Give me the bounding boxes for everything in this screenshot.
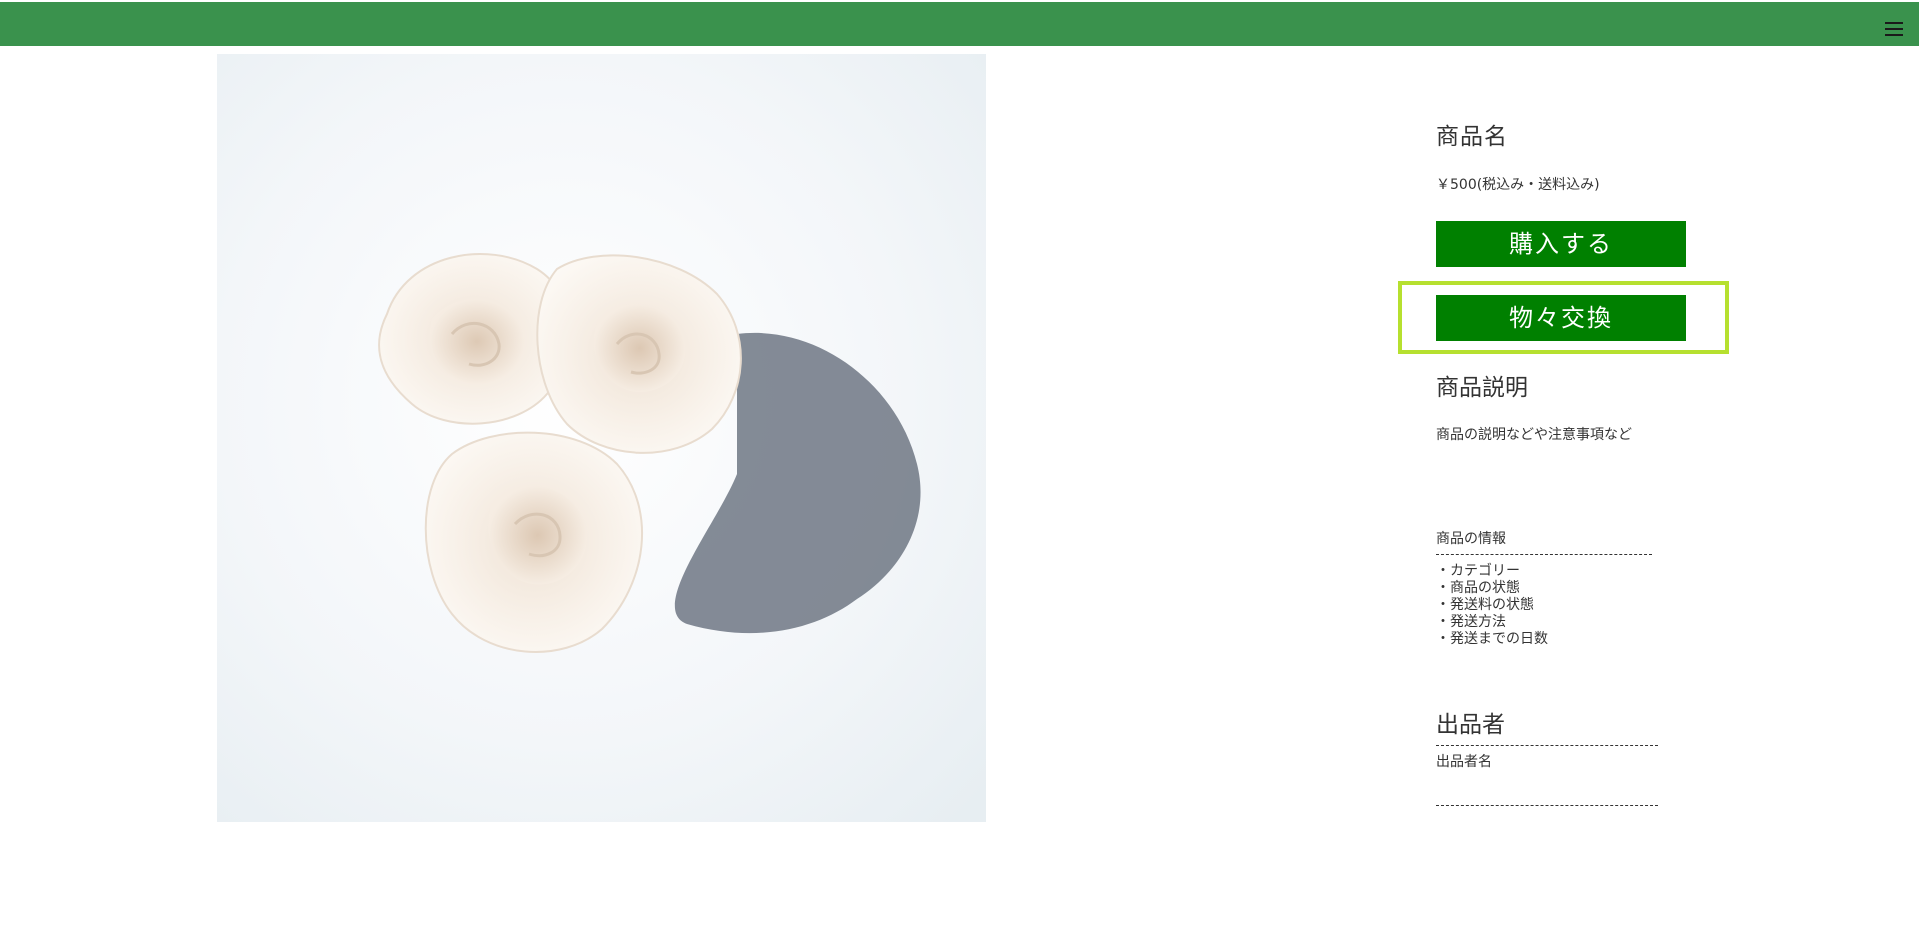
product-name: 商品名	[1436, 124, 1508, 150]
info-item-shipping-method: ・発送方法	[1436, 614, 1506, 630]
buy-button[interactable]: 購入する	[1436, 221, 1686, 267]
seller-divider	[1436, 805, 1658, 806]
description-text: 商品の説明などや注意事項など	[1436, 427, 1632, 443]
product-info-list: ・カテゴリー ・商品の状態 ・発送料の状態 ・発送方法 ・発送までの日数	[1436, 563, 1548, 648]
info-item-category: ・カテゴリー	[1436, 563, 1520, 579]
trade-button[interactable]: 物々交換	[1436, 295, 1686, 341]
info-item-condition: ・商品の状態	[1436, 580, 1520, 596]
description-title: 商品説明	[1436, 375, 1528, 401]
top-header-bar	[0, 2, 1919, 46]
product-info-title: 商品の情報	[1436, 528, 1652, 555]
hamburger-menu-icon[interactable]	[1883, 22, 1905, 40]
info-item-shipping-fee: ・発送料の状態	[1436, 597, 1534, 613]
seller-title: 出品者	[1436, 705, 1658, 746]
seller-name[interactable]: 出品者名	[1436, 751, 1492, 771]
info-item-shipping-days: ・発送までの日数	[1436, 631, 1548, 647]
product-price: ￥500(税込み・送料込み)	[1436, 177, 1600, 193]
product-image	[217, 54, 986, 822]
